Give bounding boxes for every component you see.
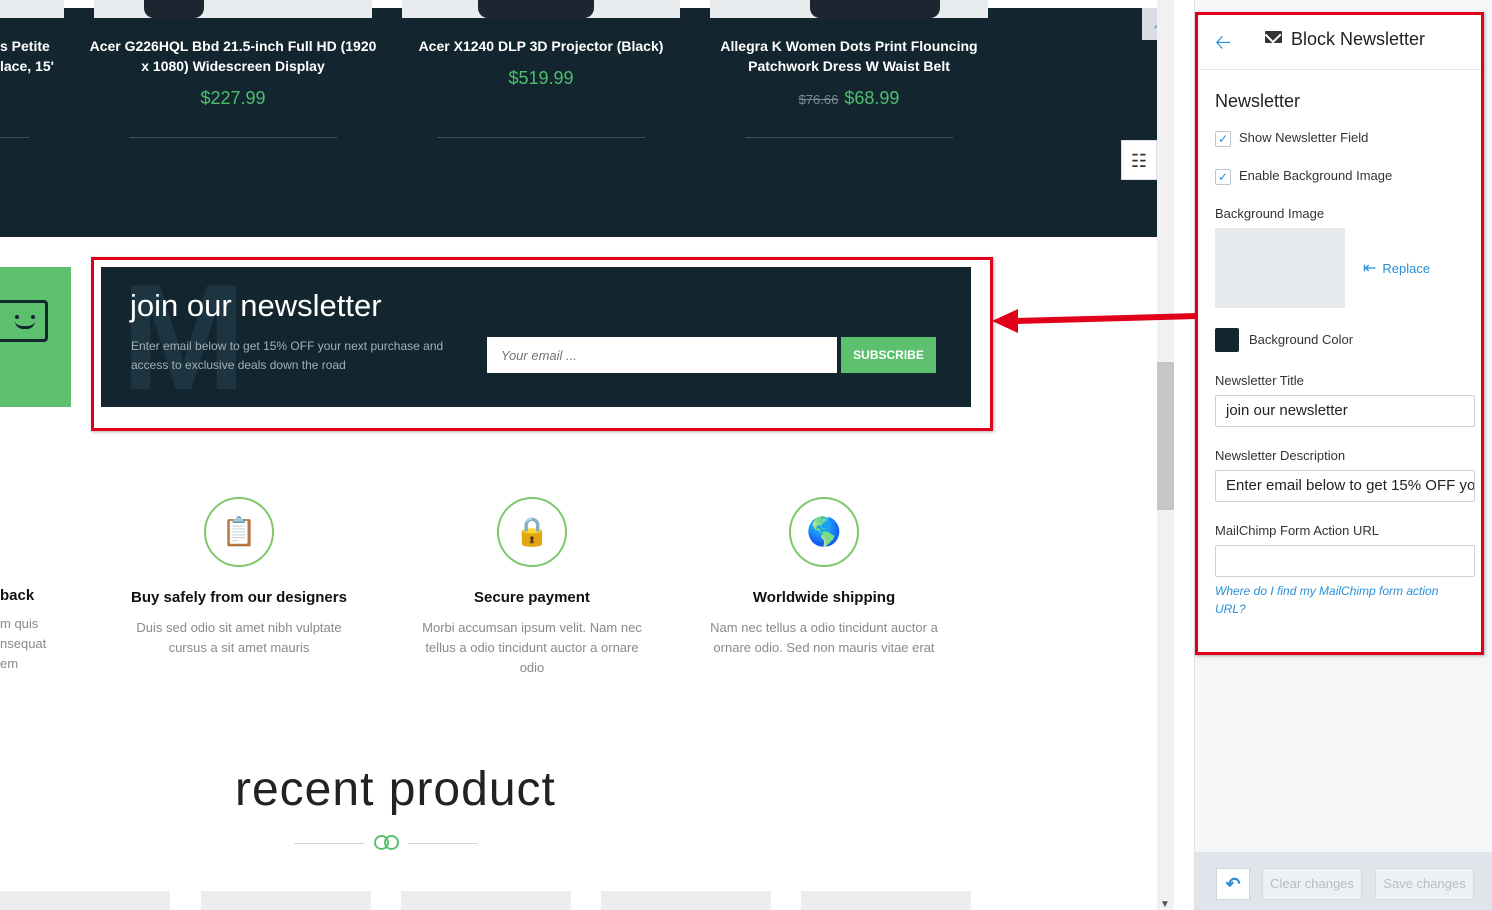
product-image[interactable] (402, 0, 680, 18)
recent-product-image[interactable] (0, 891, 170, 910)
feature-description: Duis sed odio sit amet nibh vulptate cur… (136, 620, 342, 655)
recent-product-image[interactable] (801, 891, 971, 910)
product-price: $76.66 $68.99 (798, 88, 900, 108)
heading-divider (408, 843, 478, 844)
divider (0, 137, 29, 138)
product-card: Allegra K Women Dots Print Flouncing Pat… (704, 36, 994, 109)
feature-title: Secure payment (474, 589, 590, 606)
feature-item: 📋 Buy safely from our designers Duis sed… (119, 497, 359, 658)
product-name-partial[interactable]: s Petite lace, 15' (0, 36, 54, 76)
recent-product-heading: recent product (235, 763, 556, 816)
preview-scrollbar[interactable]: ▼ (1157, 0, 1174, 910)
product-image[interactable] (710, 0, 988, 18)
product-price: $519.99 (508, 68, 574, 88)
product-price: $227.99 (200, 88, 266, 108)
panel-highlight-frame (1195, 12, 1484, 655)
lock-icon: 🔒 (497, 497, 567, 567)
feature-description: Morbi accumsan ipsum velit. Nam nec tell… (422, 620, 642, 675)
recent-product-image[interactable] (601, 891, 771, 910)
product-name[interactable]: Acer G226HQL Bbd 21.5-inch Full HD (1920… (88, 36, 378, 76)
product-card: Acer G226HQL Bbd 21.5-inch Full HD (1920… (88, 36, 378, 109)
divider (745, 137, 953, 138)
feature-title-partial: back (0, 587, 35, 604)
scroll-down-icon[interactable]: ▼ (1160, 899, 1170, 910)
old-price: $76.66 (798, 92, 839, 107)
panel-footer: ↶ Clear changes Save changes (1195, 852, 1492, 910)
customize-sliders-icon[interactable]: ☷ (1121, 140, 1157, 180)
page-preview: s Petite lace, 15' Acer G226HQL Bbd 21.5… (0, 0, 1157, 910)
clear-changes-button[interactable]: Clear changes (1262, 868, 1362, 900)
globe-icon: 🌎 (789, 497, 859, 567)
rings-icon (373, 833, 401, 853)
feature-description: Nam nec tellus a odio tincidunt auctor a… (710, 620, 938, 655)
feature-desc-partial: m quis nsequat em (0, 616, 47, 671)
feature-item: 🌎 Worldwide shipping Nam nec tellus a od… (704, 497, 944, 658)
save-changes-button[interactable]: Save changes (1375, 868, 1474, 900)
highlight-frame (91, 257, 993, 431)
product-image[interactable] (94, 0, 372, 18)
product-name[interactable]: Acer X1240 DLP 3D Projector (Black) (396, 36, 686, 56)
chat-smile-icon (0, 300, 48, 342)
clipboard-check-icon: 📋 (204, 497, 274, 567)
product-card: Acer X1240 DLP 3D Projector (Black) $519… (396, 36, 686, 89)
recent-product-image[interactable] (401, 891, 571, 910)
feature-title: Worldwide shipping (752, 589, 896, 606)
product-image[interactable] (0, 0, 64, 18)
recent-product-image[interactable] (201, 891, 371, 910)
heading-divider (294, 843, 364, 844)
scrollbar-thumb[interactable] (1157, 362, 1174, 510)
divider (129, 137, 337, 138)
feature-title: Buy safely from our designers (131, 589, 347, 606)
product-name[interactable]: Allegra K Women Dots Print Flouncing Pat… (704, 36, 994, 76)
feature-item: 🔒 Secure payment Morbi accumsan ipsum ve… (412, 497, 652, 678)
undo-icon[interactable]: ↶ (1216, 868, 1250, 900)
divider (437, 137, 645, 138)
